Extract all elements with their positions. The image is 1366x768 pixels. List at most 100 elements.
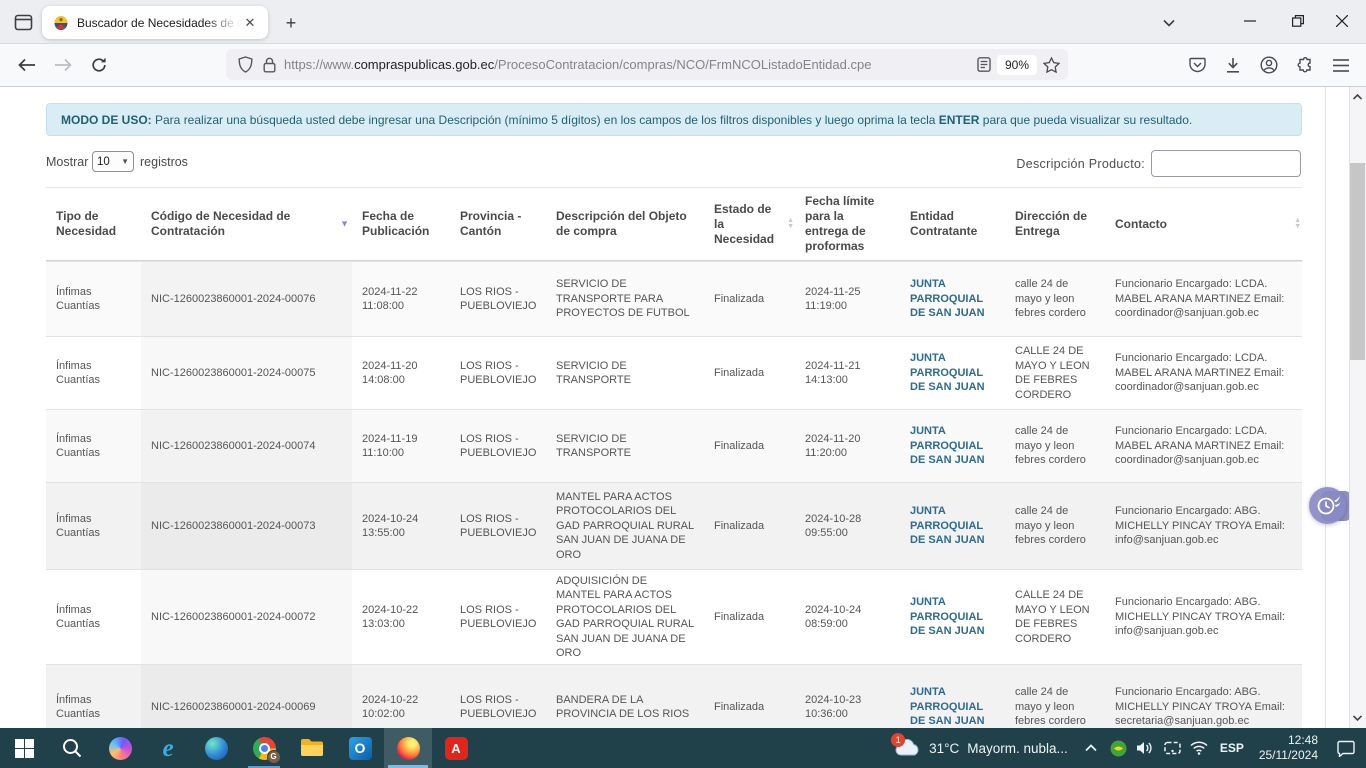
zoom-indicator[interactable]: 90% bbox=[997, 55, 1037, 75]
column-header-codigo[interactable]: Código de Necesidad de Contratación▼ bbox=[141, 188, 352, 260]
cell-entidad: JUNTA PARROQUIAL DE SAN JUAN bbox=[900, 262, 1005, 336]
cell-fecha_limite: 2024-10-23 10:36:00 bbox=[795, 665, 900, 728]
column-header-label: Estado de la Necesidad bbox=[714, 202, 783, 247]
scrollbar-thumb[interactable] bbox=[1350, 163, 1365, 360]
taskbar-firefox[interactable] bbox=[384, 728, 432, 768]
cell-text: LOS RIOS - PUEBLOVIEJO bbox=[460, 285, 536, 314]
cell-tipo: Ínfimas Cuantías bbox=[46, 570, 141, 664]
column-header-fecha_publicacion[interactable]: Fecha de Publicación bbox=[352, 188, 450, 260]
back-button[interactable] bbox=[12, 50, 42, 80]
column-header-label: Entidad Contratante bbox=[910, 209, 993, 239]
window-minimize-button[interactable] bbox=[1233, 6, 1267, 36]
wifi-icon[interactable] bbox=[1186, 728, 1213, 768]
entidad-link[interactable]: JUNTA PARROQUIAL DE SAN JUAN bbox=[910, 351, 995, 395]
usage-note-prefix: MODO DE USO: bbox=[61, 113, 152, 127]
page-size-select[interactable]: 10▼ bbox=[92, 151, 134, 172]
entidad-link[interactable]: JUNTA PARROQUIAL DE SAN JUAN bbox=[910, 595, 995, 639]
table-row: Ínfimas CuantíasNIC-1260023860001-2024-0… bbox=[46, 569, 1302, 664]
cell-contacto: Funcionario Encargado: LCDA. MABEL ARANA… bbox=[1105, 410, 1302, 482]
language-indicator[interactable]: ESP bbox=[1213, 741, 1251, 755]
scroll-up-icon[interactable] bbox=[1349, 89, 1366, 105]
scroll-down-icon[interactable] bbox=[1349, 710, 1366, 726]
list-tabs-chevron-icon[interactable] bbox=[1156, 10, 1182, 36]
cell-descripcion: SERVICIO DE TRANSPORTE bbox=[546, 337, 704, 409]
entidad-link[interactable]: JUNTA PARROQUIAL DE SAN JUAN bbox=[910, 504, 995, 548]
column-header-estado[interactable]: Estado de la Necesidad▲▼ bbox=[704, 188, 795, 260]
taskbar-chrome[interactable]: G bbox=[240, 728, 288, 768]
taskbar-edge[interactable] bbox=[192, 728, 240, 768]
entidad-link[interactable]: JUNTA PARROQUIAL DE SAN JUAN bbox=[910, 277, 995, 321]
entidad-link[interactable]: JUNTA PARROQUIAL DE SAN JUAN bbox=[910, 685, 995, 728]
column-header-descripcion[interactable]: Descripción del Objeto de compra bbox=[546, 188, 704, 260]
cell-text: 2024-10-22 13:03:00 bbox=[362, 603, 440, 632]
account-button[interactable] bbox=[1254, 50, 1284, 80]
display-cast-icon[interactable] bbox=[1159, 728, 1186, 768]
extensions-button[interactable] bbox=[1290, 50, 1320, 80]
usage-note-banner: MODO DE USO: Para realizar una búsqueda … bbox=[46, 103, 1302, 136]
column-header-label: Contacto bbox=[1115, 217, 1167, 232]
show-label: Mostrar bbox=[46, 155, 88, 169]
table-row: Ínfimas CuantíasNIC-1260023860001-2024-0… bbox=[46, 482, 1302, 569]
taskbar-clock[interactable]: 12:4825/11/2024 bbox=[1251, 733, 1326, 763]
downloads-button[interactable] bbox=[1218, 50, 1248, 80]
needs-table: Tipo de NecesidadCódigo de Necesidad de … bbox=[46, 187, 1302, 728]
new-tab-button[interactable]: + bbox=[278, 10, 304, 36]
taskbar-outlook[interactable]: O bbox=[336, 728, 384, 768]
column-header-tipo[interactable]: Tipo de Necesidad bbox=[46, 188, 141, 260]
cell-entidad: JUNTA PARROQUIAL DE SAN JUAN bbox=[900, 570, 1005, 664]
cell-text: Funcionario Encargado: LCDA. MABEL ARANA… bbox=[1115, 277, 1292, 321]
cell-text: LOS RIOS - PUEBLOVIEJO bbox=[460, 512, 536, 541]
cell-provincia: LOS RIOS - PUEBLOVIEJO bbox=[450, 337, 546, 409]
column-header-contacto[interactable]: Contacto▲▼ bbox=[1105, 188, 1302, 260]
cell-descripcion: SERVICIO DE TRANSPORTE PARA PROYECTOS DE… bbox=[546, 262, 704, 336]
taskbar-copilot[interactable] bbox=[96, 728, 144, 768]
cell-text: NIC-1260023860001-2024-00075 bbox=[151, 366, 316, 381]
tab-close-icon[interactable]: ✕ bbox=[240, 13, 260, 33]
description-filter-input[interactable] bbox=[1151, 150, 1301, 177]
tray-expand-button[interactable] bbox=[1078, 728, 1105, 768]
forward-button[interactable] bbox=[48, 50, 78, 80]
column-header-entidad[interactable]: Entidad Contratante bbox=[900, 188, 1005, 260]
pocket-button[interactable] bbox=[1182, 50, 1212, 80]
column-header-direccion[interactable]: Dirección de Entrega bbox=[1005, 188, 1105, 260]
cell-text: 2024-11-19 11:10:00 bbox=[362, 432, 440, 461]
cell-text: Finalizada bbox=[714, 366, 764, 381]
cell-direccion: CALLE 24 DE MAYO Y LEON DE FEBRES CORDER… bbox=[1005, 337, 1105, 409]
menu-button[interactable] bbox=[1326, 50, 1356, 80]
time-tracker-widget[interactable] bbox=[1309, 487, 1351, 525]
browser-tab[interactable]: Buscador de Necesidades de Co ✕ bbox=[42, 6, 268, 39]
windows-taskbar: e G O A 1 31°C Mayorm. nubla... ESP 12:4… bbox=[0, 728, 1366, 768]
reader-mode-icon[interactable] bbox=[977, 57, 991, 72]
cell-codigo: NIC-1260023860001-2024-00075 bbox=[141, 337, 352, 409]
account-icon bbox=[1260, 56, 1278, 74]
reload-button[interactable] bbox=[84, 50, 114, 80]
select-chevron-icon: ▼ bbox=[121, 157, 129, 166]
window-close-button[interactable] bbox=[1325, 6, 1359, 36]
volume-icon[interactable] bbox=[1132, 728, 1159, 768]
cell-fecha_publicacion: 2024-11-22 11:08:00 bbox=[352, 262, 450, 336]
chrome-icon: G bbox=[253, 737, 276, 760]
cell-direccion: calle 24 de mayo y leon febres cordero bbox=[1005, 483, 1105, 569]
cell-text: 2024-11-20 11:20:00 bbox=[805, 432, 890, 461]
antivirus-tray-icon[interactable] bbox=[1105, 728, 1132, 768]
url-bar[interactable]: https://www.compraspublicas.gob.ec/Proce… bbox=[226, 49, 1068, 80]
column-header-fecha_limite[interactable]: Fecha límite para la entrega de proforma… bbox=[795, 188, 900, 260]
cell-text: calle 24 de mayo y leon febres cordero bbox=[1015, 277, 1095, 321]
taskbar-file-explorer[interactable] bbox=[288, 728, 336, 768]
start-button[interactable] bbox=[0, 728, 48, 768]
window-restore-button[interactable] bbox=[1281, 6, 1315, 36]
weather-widget[interactable]: 1 31°C Mayorm. nubla... bbox=[889, 728, 1078, 768]
entidad-link[interactable]: JUNTA PARROQUIAL DE SAN JUAN bbox=[910, 424, 995, 468]
bookmark-star-icon[interactable] bbox=[1043, 57, 1060, 73]
taskbar-internet-explorer[interactable]: e bbox=[144, 728, 192, 768]
firefox-view-button[interactable] bbox=[9, 9, 37, 35]
cell-text: SERVICIO DE TRANSPORTE bbox=[556, 359, 694, 388]
notifications-button[interactable] bbox=[1326, 728, 1366, 768]
cell-contacto: Funcionario Encargado: ABG. MICHELLY PIN… bbox=[1105, 483, 1302, 569]
taskbar-search-button[interactable] bbox=[48, 728, 96, 768]
column-header-provincia[interactable]: Provincia - Cantón bbox=[450, 188, 546, 260]
downloads-icon bbox=[1225, 57, 1241, 74]
cell-contacto: Funcionario Encargado: ABG. MICHELLY PIN… bbox=[1105, 665, 1302, 728]
cell-entidad: JUNTA PARROQUIAL DE SAN JUAN bbox=[900, 410, 1005, 482]
taskbar-acrobat[interactable]: A bbox=[432, 728, 480, 768]
